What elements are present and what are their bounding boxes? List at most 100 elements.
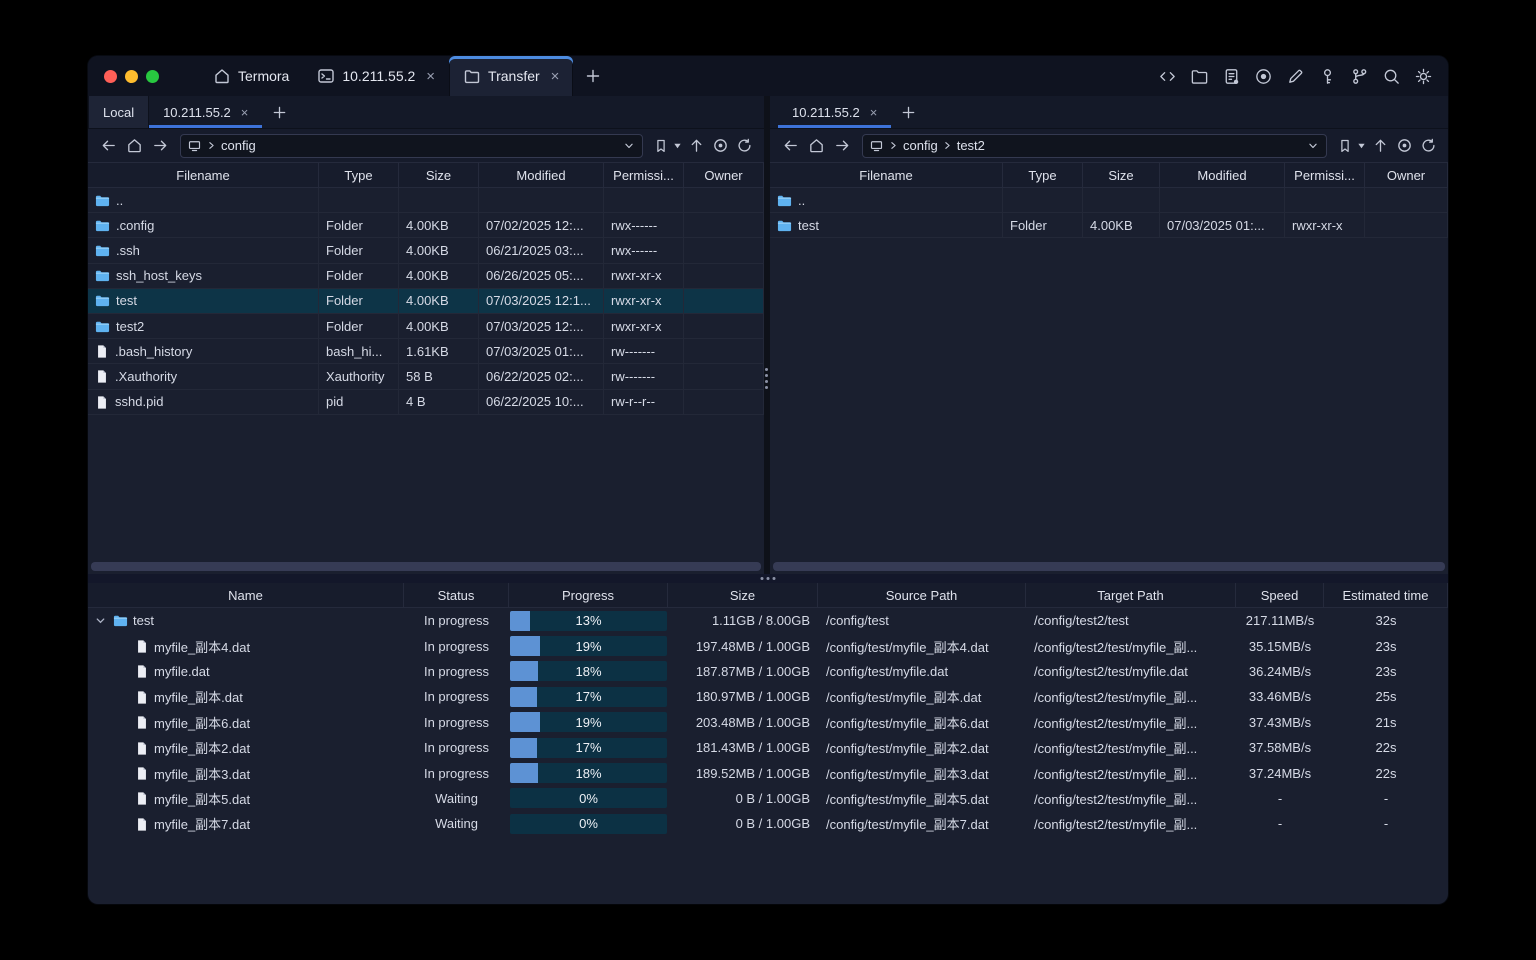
transfer-row[interactable]: myfile.dat In progress 18% 187.87MB / 1.00G… [88, 659, 1448, 684]
forward-icon[interactable] [830, 134, 854, 158]
column-header[interactable]: Target Path [1026, 583, 1236, 607]
column-header[interactable]: Source Path [818, 583, 1026, 607]
upload-icon[interactable] [1368, 134, 1392, 158]
path-field[interactable]: config test2 [862, 133, 1327, 158]
keymap-icon[interactable] [1346, 63, 1372, 89]
progress-label: 0% [579, 790, 598, 806]
path-segment[interactable]: config [903, 138, 938, 153]
transfer-row[interactable]: test In progress 13% 1.11GB / 8.00GB/config… [88, 608, 1448, 633]
column-header[interactable]: Filename [770, 163, 1003, 187]
zoom-window-button[interactable] [146, 69, 159, 83]
column-header[interactable]: Status [404, 583, 509, 607]
forward-icon[interactable] [148, 134, 172, 158]
file-row[interactable]: .config Folder 4.00KB 07/02/2025 12:... rwx-… [88, 213, 764, 239]
refresh-icon[interactable] [732, 134, 756, 158]
column-header[interactable]: Speed [1236, 583, 1324, 607]
file-row[interactable]: .Xauthority Xauthority 58 B 06/22/2025 02:.… [88, 364, 764, 390]
transfer-row[interactable]: myfile_副本5.dat Waiting 0% 0 B / 1.00GB/conf… [88, 786, 1448, 811]
column-header[interactable]: Progress [509, 583, 668, 607]
search-icon[interactable] [1378, 63, 1404, 89]
column-header[interactable]: Owner [1365, 163, 1448, 187]
log-icon[interactable] [1218, 63, 1244, 89]
close-tab-icon[interactable]: × [426, 69, 435, 84]
transfer-row[interactable]: myfile_副本4.dat In progress 19% 197.48MB / 1… [88, 633, 1448, 658]
file-row[interactable]: test2 Folder 4.00KB 07/03/2025 12:... rwxr-x… [88, 313, 764, 340]
file-row[interactable]: .. [88, 188, 764, 214]
close-tab-icon[interactable]: × [551, 69, 560, 84]
chevron-down-icon[interactable] [622, 139, 636, 153]
column-header[interactable]: Permissi... [604, 163, 684, 187]
path-field[interactable]: config [180, 133, 643, 158]
file-modified: 06/26/2025 05:... [486, 268, 584, 284]
new-window-tab-button[interactable] [573, 56, 613, 96]
tab-transfer[interactable]: Transfer × [449, 56, 574, 96]
file-row[interactable]: sshd.pid pid 4 B 06/22/2025 10:... rw-r--r-- [88, 389, 764, 415]
left-hscrollbar[interactable] [88, 560, 764, 574]
gear-icon[interactable] [1410, 63, 1436, 89]
back-icon[interactable] [778, 134, 802, 158]
transfer-row[interactable]: myfile_副本7.dat Waiting 0% 0 B / 1.00GB/conf… [88, 811, 1448, 836]
key-icon[interactable] [1314, 63, 1340, 89]
column-header[interactable]: Modified [1160, 163, 1285, 187]
file-row[interactable]: .. [770, 188, 1448, 214]
column-header[interactable]: Permissi... [1285, 163, 1365, 187]
horizontal-splitter[interactable] [88, 574, 1448, 583]
filename: .ssh [116, 242, 140, 258]
close-window-button[interactable] [104, 69, 117, 83]
column-header[interactable]: Size [1083, 163, 1160, 187]
transfer-row[interactable]: myfile_副本6.dat In progress 19% 203.48MB / 1… [88, 710, 1448, 735]
folder-icon[interactable] [1186, 63, 1212, 89]
file-size: 4.00KB [406, 268, 449, 284]
record-icon[interactable] [1250, 63, 1276, 89]
tab-label: Transfer [488, 68, 540, 84]
column-header[interactable]: Filename [88, 163, 319, 187]
bookmark-icon[interactable] [1335, 134, 1355, 158]
path-segment[interactable]: test2 [957, 138, 985, 153]
close-tab-icon[interactable]: × [241, 106, 249, 119]
bookmark-icon[interactable] [651, 134, 671, 158]
code-icon[interactable] [1154, 63, 1180, 89]
file-row[interactable]: test Folder 4.00KB 07/03/2025 01:... rwxr-xr… [770, 213, 1448, 239]
vertical-splitter[interactable] [764, 96, 770, 574]
column-header[interactable]: Modified [479, 163, 604, 187]
edit-icon[interactable] [1282, 63, 1308, 89]
transfer-row[interactable]: myfile_副本3.dat In progress 18% 189.52MB / 1… [88, 760, 1448, 785]
home-icon[interactable] [122, 134, 146, 158]
close-tab-icon[interactable]: × [870, 106, 878, 119]
left-navbar: config [88, 129, 764, 162]
new-pane-tab-button[interactable] [262, 96, 297, 128]
transfer-row[interactable]: myfile_副本2.dat In progress 17% 181.43MB / 1… [88, 735, 1448, 760]
file-modified: 06/22/2025 02:... [486, 368, 584, 384]
path-segment[interactable]: config [221, 138, 256, 153]
minimize-window-button[interactable] [125, 69, 138, 83]
column-header[interactable]: Owner [684, 163, 764, 187]
chevron-down-icon[interactable] [92, 614, 108, 627]
new-pane-tab-button[interactable] [891, 96, 926, 128]
column-header[interactable]: Size [399, 163, 479, 187]
pane-tab-session[interactable]: 10.211.55.2 × [149, 96, 263, 128]
column-header[interactable]: Name [88, 583, 404, 607]
pane-tab-local[interactable]: Local [88, 96, 150, 128]
bookmark-caret-icon[interactable] [671, 134, 684, 158]
file-row[interactable]: .bash_history bash_hi... 1.61KB 07/03/2025 … [88, 339, 764, 365]
refresh-icon[interactable] [1416, 134, 1440, 158]
upload-icon[interactable] [684, 134, 708, 158]
column-header[interactable]: Type [319, 163, 399, 187]
column-header[interactable]: Type [1003, 163, 1083, 187]
show-hidden-icon[interactable] [1392, 134, 1416, 158]
bookmark-caret-icon[interactable] [1355, 134, 1368, 158]
file-row[interactable]: ssh_host_keys Folder 4.00KB 06/26/2025 05:.… [88, 263, 764, 289]
transfer-row[interactable]: myfile_副本.dat In progress 17% 180.97MB / 1.… [88, 684, 1448, 709]
home-icon[interactable] [804, 134, 828, 158]
pane-tab-session[interactable]: 10.211.55.2 × [778, 96, 892, 128]
file-row[interactable]: .ssh Folder 4.00KB 06/21/2025 03:... rwx----… [88, 238, 764, 264]
column-header[interactable]: Size [668, 583, 818, 607]
file-row[interactable]: test Folder 4.00KB 07/03/2025 12:1... rwxr-x… [88, 288, 764, 314]
column-header[interactable]: Estimated time [1324, 583, 1448, 607]
back-icon[interactable] [96, 134, 120, 158]
show-hidden-icon[interactable] [708, 134, 732, 158]
tab-ssh-session[interactable]: 10.211.55.2 × [303, 56, 449, 96]
right-hscrollbar[interactable] [770, 560, 1448, 574]
tab-termora[interactable]: Termora [199, 56, 303, 96]
chevron-down-icon[interactable] [1306, 139, 1320, 153]
